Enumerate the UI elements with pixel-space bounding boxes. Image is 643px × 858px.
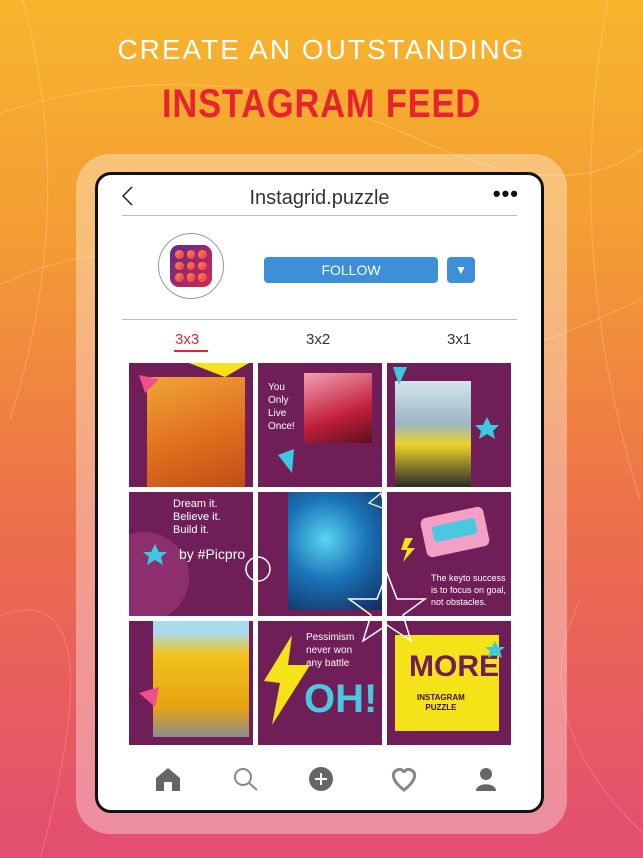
headline-secondary: INSTAGRAM FEED [161, 82, 482, 126]
divider [122, 215, 517, 216]
heart-icon[interactable] [390, 766, 418, 799]
avatar[interactable] [158, 233, 224, 299]
profile-topbar: Instagrid.puzzle ••• [98, 175, 541, 217]
tab-3x3[interactable]: 3x3 [175, 331, 199, 348]
tab-3x1[interactable]: 3x1 [447, 331, 471, 348]
overlay-outlines [245, 491, 428, 643]
add-icon[interactable] [308, 766, 334, 799]
profile-title: Instagrid.puzzle [249, 187, 390, 209]
active-tab-indicator [174, 350, 208, 352]
more-options-icon[interactable]: ••• [493, 181, 519, 207]
divider [122, 319, 517, 320]
puzzle-grid: You Only Live Once! Dream it. Believe it… [129, 363, 511, 747]
app-logo-icon [170, 245, 212, 287]
home-icon[interactable] [154, 766, 182, 799]
profile-icon[interactable] [474, 766, 498, 799]
search-icon[interactable] [232, 766, 260, 799]
bottom-nav [98, 750, 541, 810]
caret-down-icon[interactable]: ▼ [447, 257, 475, 283]
tab-3x2[interactable]: 3x2 [306, 331, 330, 348]
headline-primary: CREATE AN OUTSTANDING [117, 34, 526, 65]
device-screen: Instagrid.puzzle ••• FOLLOW ▼ 3x3 3x2 3x… [95, 172, 544, 813]
follow-button[interactable]: FOLLOW [264, 257, 438, 283]
